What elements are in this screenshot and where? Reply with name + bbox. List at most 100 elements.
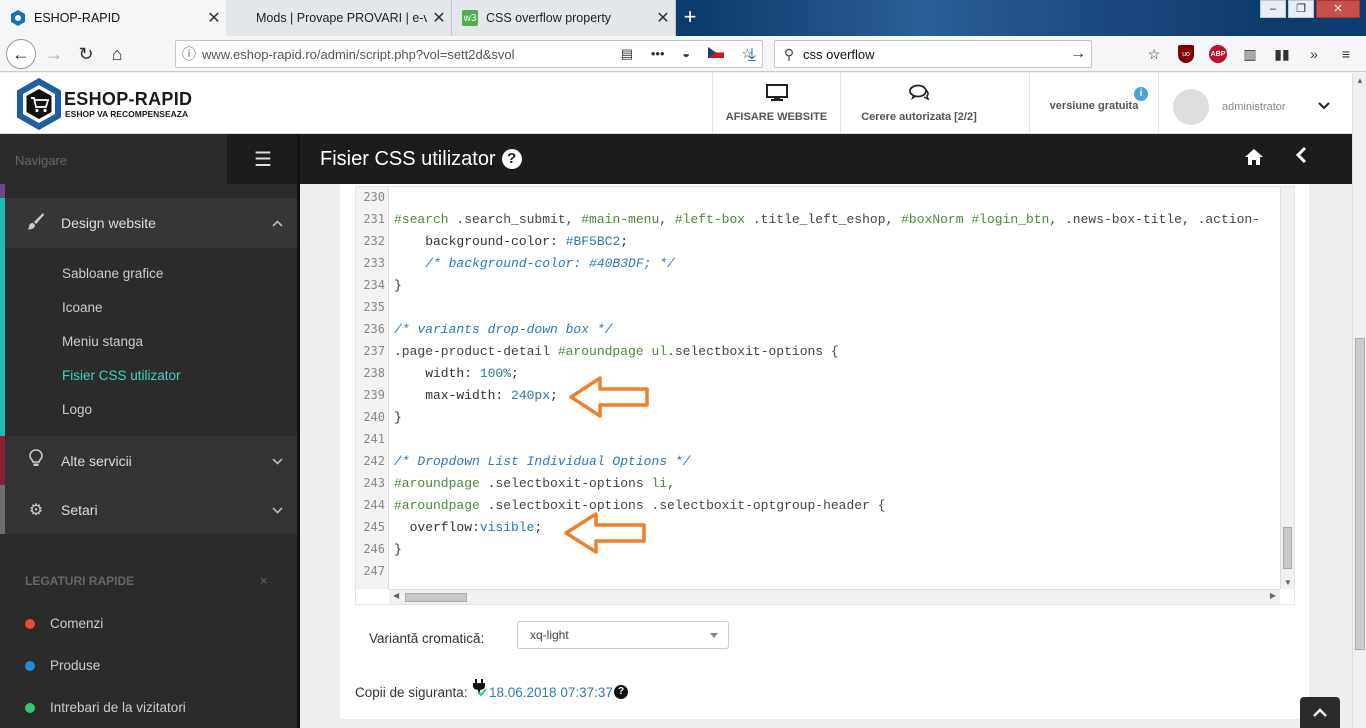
browser-tab-bar: ESHOP-RAPID ✕ Mods | Provape PROVARI | e…	[0, 0, 1366, 36]
code-line[interactable]: overflow:visible;	[394, 520, 543, 535]
more-actions-icon[interactable]: •••	[651, 46, 665, 62]
editor-vertical-scrollbar[interactable]: ▼	[1280, 187, 1294, 589]
maximize-icon[interactable]: ❐	[1288, 0, 1314, 18]
code-token: .selectboxit-options	[479, 476, 652, 491]
info-icon[interactable]: i	[1134, 87, 1148, 101]
forward-arrow-icon[interactable]: →	[40, 40, 68, 68]
browser-toolbar-icons: ☆ uo ABP ▥ ▮▮ » ≡	[1138, 40, 1362, 68]
site-info-icon[interactable]: ⓘ	[176, 44, 202, 64]
home-icon[interactable]: ⌂	[103, 40, 131, 68]
czech-flag-icon[interactable]	[707, 46, 724, 62]
tab-close-icon[interactable]: ✕	[202, 8, 226, 28]
code-line[interactable]: #aroundpage .selectboxit-options li,	[394, 476, 675, 491]
website-preview-button[interactable]: AFISARE WEBSITE	[712, 73, 840, 134]
overflow-chevron-icon[interactable]: »	[1298, 40, 1330, 68]
library-icon[interactable]: ▮▮	[1266, 40, 1298, 68]
code-token: ;	[620, 234, 629, 249]
scroll-left-icon[interactable]: ◀	[393, 591, 399, 600]
editor-horizontal-scrollbar[interactable]: ◀ ▶	[389, 589, 1280, 604]
scroll-down-icon[interactable]: ▼	[1284, 578, 1292, 587]
code-line[interactable]: /* Dropdown List Individual Options */	[394, 454, 690, 469]
tab-close-icon[interactable]: ✕	[651, 8, 675, 28]
sidebar-section-alte-servicii[interactable]: Alte servicii	[0, 436, 297, 485]
backup-date-link[interactable]: 18.06.2018 07:37:37	[489, 685, 613, 700]
avatar[interactable]	[1173, 89, 1209, 125]
line-number: 243	[363, 476, 385, 490]
scroll-thumb[interactable]	[1283, 527, 1292, 569]
code-line[interactable]: max-width: 240px;	[394, 388, 558, 403]
close-icon[interactable]: ×	[260, 573, 268, 588]
new-tab-button[interactable]: +	[676, 4, 704, 32]
chevron-down-icon[interactable]	[1318, 97, 1330, 113]
ublock-icon[interactable]: uo	[1178, 45, 1194, 63]
sidebar-icon[interactable]: ▥	[1234, 40, 1266, 68]
code-line[interactable]: background-color: #BF5BC2;	[394, 234, 628, 249]
scroll-thumb[interactable]	[405, 593, 467, 602]
reload-icon[interactable]: ↻	[72, 40, 100, 68]
code-line[interactable]: /* background-color: #40B3DF; */	[394, 256, 675, 271]
color-scheme-select[interactable]: xq-light	[517, 621, 729, 649]
line-number: 241	[363, 432, 385, 446]
code-line[interactable]: width: 100%;	[394, 366, 519, 381]
version-badge[interactable]: i versiune gratuita	[1029, 73, 1159, 134]
reader-view-icon[interactable]: ▤	[621, 46, 633, 62]
chevron-down-icon	[257, 503, 297, 517]
adblock-plus-icon[interactable]: ABP	[1209, 45, 1227, 63]
tab-eshop-rapid[interactable]: ESHOP-RAPID ✕	[0, 0, 226, 36]
code-line[interactable]: .page-product-detail #aroundpage ul.sele…	[394, 344, 839, 359]
scroll-up-icon[interactable]: ▲	[1356, 76, 1364, 85]
sidebar-item-icoane[interactable]: Icoane	[5, 290, 297, 324]
scroll-thumb[interactable]	[1355, 338, 1365, 650]
sidebar-section-setari[interactable]: ⚙ Setari	[0, 485, 297, 534]
home-icon[interactable]	[1244, 148, 1264, 172]
main-content: 230 231 232 233 234 235 236 237 238 239 240 241 242 2…	[300, 184, 1352, 728]
minimize-icon[interactable]: –	[1260, 0, 1286, 18]
url-bar[interactable]: ⓘ www.eshop-rapid.ro/admin/script.php?vo…	[175, 40, 763, 68]
sidebar-item-meniu-stanga[interactable]: Meniu stanga	[5, 324, 297, 358]
tab-css-overflow[interactable]: w3 CSS overflow property ✕	[452, 0, 676, 36]
bookmarks-icon[interactable]: ☆	[1138, 40, 1170, 68]
authorization-request-button[interactable]: Cerere autorizata [2/2]	[840, 73, 997, 134]
sidebar-item-sabloane-grafice[interactable]: Sabloane grafice	[5, 256, 297, 290]
gears-icon: ⚙	[28, 501, 44, 519]
hamburger-menu-icon[interactable]: ≡	[1330, 40, 1362, 68]
sidebar-item-logo[interactable]: Logo	[5, 392, 297, 426]
quick-link-intrebari[interactable]: Intrebari de la vizitatori	[25, 700, 186, 715]
code-editor[interactable]: 230 231 232 233 234 235 236 237 238 239 240 241 242 2…	[355, 186, 1295, 605]
pocket-icon[interactable]: ◒	[682, 46, 690, 62]
download-icon[interactable]: ⤓	[738, 40, 766, 68]
search-bar[interactable]: ⚲ css overflow →	[774, 40, 1092, 68]
back-arrow-icon[interactable]: ←	[6, 39, 36, 69]
quick-link-produse[interactable]: Produse	[25, 658, 100, 673]
sidebar-item-fisier-css[interactable]: Fisier CSS utilizator	[5, 358, 297, 392]
scroll-to-top-button[interactable]	[1300, 697, 1340, 728]
page-scrollbar[interactable]: ▲	[1352, 73, 1366, 728]
design-submenu: Sabloane grafice Icoane Meniu stanga Fis…	[0, 248, 297, 436]
tab-title: Mods | Provape PROVARI | e-va	[256, 11, 427, 25]
code-area[interactable]: #search .search_submit, #main-menu, #lef…	[394, 187, 1278, 589]
username[interactable]: administrator	[1222, 101, 1286, 113]
status-dot	[25, 618, 35, 629]
tab-provape[interactable]: Mods | Provape PROVARI | e-va ✕	[226, 0, 452, 36]
help-icon[interactable]: ?	[614, 685, 628, 699]
search-input[interactable]: css overflow	[803, 47, 1065, 62]
sidebar-section-design-website[interactable]: Design website	[0, 198, 297, 248]
browser-nav-bar: ← → ↻ ⌂ ⓘ www.eshop-rapid.ro/admin/scrip…	[0, 36, 1366, 72]
code-line[interactable]: /* variants drop-down box */	[394, 322, 612, 337]
code-line[interactable]: }	[394, 542, 402, 557]
url-text[interactable]: www.eshop-rapid.ro/admin/script.php?vol=…	[202, 47, 612, 62]
code-line[interactable]: #search .search_submit, #main-menu, #lef…	[394, 212, 1260, 227]
tab-close-icon[interactable]: ✕	[427, 8, 451, 28]
code-line[interactable]: }	[394, 278, 402, 293]
hamburger-icon[interactable]: ☰	[227, 134, 299, 184]
code-token: ;	[511, 366, 519, 381]
quick-link-comenzi[interactable]: Comenzi	[25, 616, 103, 631]
code-token: #search	[394, 212, 449, 227]
eshop-logo-icon[interactable]	[14, 76, 64, 132]
scroll-right-icon[interactable]: ▶	[1270, 591, 1276, 600]
window-close-icon[interactable]: ✕	[1316, 0, 1360, 18]
chevron-left-icon[interactable]	[1295, 146, 1307, 170]
help-icon[interactable]: ?	[501, 149, 522, 169]
search-go-icon[interactable]: →	[1065, 45, 1091, 63]
code-line[interactable]: }	[394, 410, 402, 425]
